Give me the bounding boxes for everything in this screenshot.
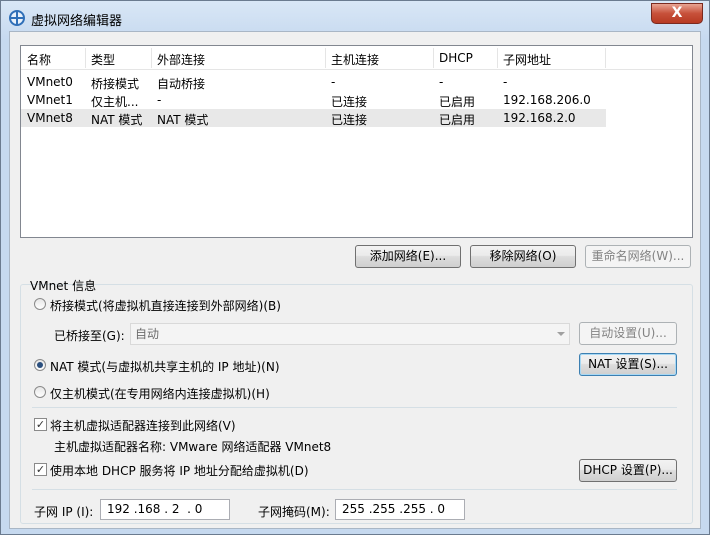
subnet-ip-label: 子网 IP (I):: [34, 505, 94, 519]
rename-network-button[interactable]: 重命名网络(W)...: [585, 245, 691, 268]
network-list-header: 名称 类型 外部连接 主机连接 DHCP 子网地址: [21, 46, 692, 70]
bridge-mode-radio[interactable]: [34, 298, 46, 310]
cell-dhcp: -: [439, 75, 444, 89]
bridged-to-value: 自动: [135, 327, 160, 341]
subnet-ip-input[interactable]: 192 .168 . 2 . 0: [100, 499, 230, 520]
chevron-down-icon[interactable]: [557, 332, 565, 336]
divider: [32, 407, 677, 408]
auto-settings-button[interactable]: 自动设置(U)...: [579, 322, 677, 345]
network-list[interactable]: 名称 类型 外部连接 主机连接 DHCP 子网地址 VMnet0 桥接模式 自动…: [20, 45, 693, 238]
title-bar[interactable]: 虚拟网络编辑器 X: [1, 1, 709, 35]
host-only-mode-label[interactable]: 仅主机模式(在专用网络内连接虚拟机)(H): [50, 385, 270, 402]
cell-dhcp: 已启用: [439, 95, 476, 109]
connect-adapter-checkbox[interactable]: ✓: [34, 418, 47, 431]
cell-subnet: -: [503, 75, 508, 89]
column-header-external[interactable]: 外部连接: [157, 51, 327, 68]
cell-type: NAT 模式: [91, 113, 143, 127]
window-title: 虚拟网络编辑器: [31, 14, 123, 29]
cell-external: -: [157, 93, 162, 107]
add-network-button[interactable]: 添加网络(E)...: [355, 245, 461, 268]
dialog-body: 名称 类型 外部连接 主机连接 DHCP 子网地址 VMnet0 桥接模式 自动…: [9, 31, 701, 529]
column-divider[interactable]: [151, 48, 152, 68]
dhcp-settings-button[interactable]: DHCP 设置(P)...: [579, 459, 677, 482]
column-divider[interactable]: [497, 48, 498, 68]
bridged-to-label: 已桥接至(G):: [54, 329, 125, 343]
vmnet-info-group-label: VMnet 信息: [30, 279, 97, 293]
cell-host: 已连接: [331, 95, 368, 109]
cell-type: 仅主机...: [91, 95, 139, 109]
cell-host: 已连接: [331, 113, 368, 127]
cell-subnet: 192.168.206.0: [503, 93, 591, 107]
column-divider[interactable]: [433, 48, 434, 68]
bridged-to-select[interactable]: 自动: [130, 323, 570, 345]
column-divider[interactable]: [325, 48, 326, 68]
dhcp-label[interactable]: 使用本地 DHCP 服务将 IP 地址分配给虚拟机(D): [50, 462, 309, 479]
cell-dhcp: 已启用: [439, 113, 476, 127]
adapter-name-text: 主机虚拟适配器名称: VMware 网络适配器 VMnet8: [54, 440, 332, 454]
connect-adapter-label[interactable]: 将主机虚拟适配器连接到此网络(V): [50, 417, 236, 434]
cell-name: VMnet0: [27, 75, 73, 89]
cell-external: NAT 模式: [157, 113, 209, 127]
nat-mode-label[interactable]: NAT 模式(与虚拟机共享主机的 IP 地址)(N): [50, 358, 280, 375]
cell-host: -: [331, 75, 336, 89]
cell-name: VMnet8: [27, 111, 73, 125]
host-only-mode-radio[interactable]: [34, 386, 46, 398]
cell-name: VMnet1: [27, 93, 73, 107]
remove-network-button[interactable]: 移除网络(O): [470, 245, 576, 268]
cell-type: 桥接模式: [91, 77, 140, 91]
column-divider[interactable]: [85, 48, 86, 68]
vmnet-info-group: [20, 284, 693, 524]
cell-subnet: 192.168.2.0: [503, 111, 576, 125]
network-row-vmnet8[interactable]: VMnet8 NAT 模式 NAT 模式 已连接 已启用 192.168.2.0: [21, 109, 606, 127]
cell-external: 自动桥接: [157, 77, 206, 91]
network-globe-icon: [9, 10, 25, 26]
subnet-mask-label: 子网掩码(M):: [258, 505, 330, 519]
virtual-network-editor-window: 虚拟网络编辑器 X 名称 类型 外部连接 主机连接 DHCP 子网地址 VMne…: [0, 0, 710, 535]
column-header-host[interactable]: 主机连接: [331, 51, 431, 68]
nat-mode-radio[interactable]: [34, 359, 46, 371]
close-button[interactable]: X: [651, 3, 703, 24]
network-row-vmnet0[interactable]: VMnet0 桥接模式 自动桥接 - - -: [21, 73, 692, 91]
network-row-vmnet1[interactable]: VMnet1 仅主机... - 已连接 已启用 192.168.206.0: [21, 91, 692, 109]
bridge-mode-label[interactable]: 桥接模式(将虚拟机直接连接到外部网络)(B): [50, 297, 281, 314]
column-header-name[interactable]: 名称: [27, 51, 83, 68]
divider: [32, 489, 677, 490]
dhcp-checkbox[interactable]: ✓: [34, 463, 47, 476]
subnet-mask-input[interactable]: 255 .255 .255 . 0: [335, 499, 465, 520]
nat-settings-button[interactable]: NAT 设置(S)...: [579, 353, 677, 376]
column-header-type[interactable]: 类型: [91, 51, 151, 68]
column-divider[interactable]: [605, 48, 606, 68]
column-header-dhcp[interactable]: DHCP: [439, 51, 499, 65]
